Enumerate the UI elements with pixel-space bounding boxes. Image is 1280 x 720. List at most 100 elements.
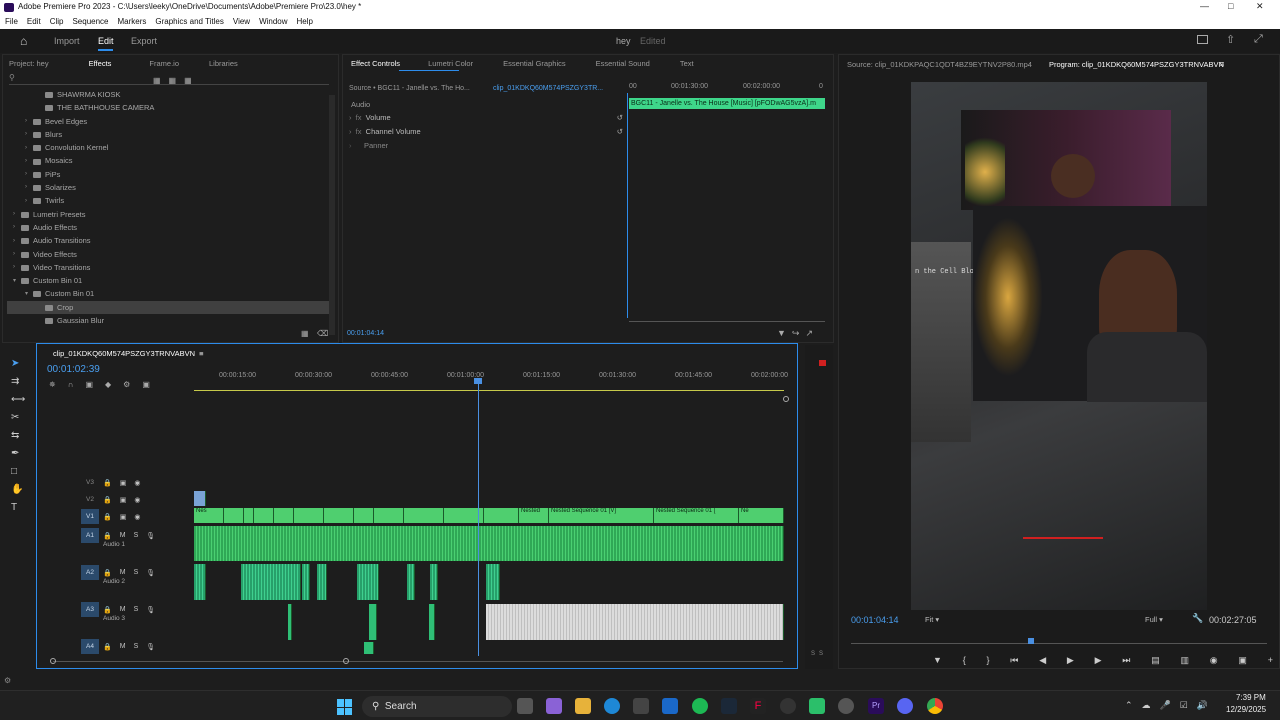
share-icon[interactable]: ⇧ — [1226, 33, 1235, 46]
v1-clip[interactable] — [484, 508, 519, 523]
tab-lumetri-color[interactable]: Lumetri Color — [428, 59, 473, 68]
v1-clip[interactable] — [354, 508, 374, 523]
reset-icon[interactable]: ↺ — [617, 113, 623, 122]
effect-volume[interactable]: › fx Volume ↺ — [349, 113, 623, 127]
play-icon[interactable]: ▶ — [1067, 655, 1074, 666]
a2-clip[interactable] — [407, 564, 415, 600]
expand-arrow-icon[interactable]: › — [25, 142, 33, 155]
effects-tree-item[interactable]: › PiPs — [7, 168, 329, 181]
tab-essential-sound[interactable]: Essential Sound — [596, 59, 650, 68]
v1-clip[interactable] — [244, 508, 254, 523]
store-icon[interactable] — [633, 698, 649, 714]
steam-icon[interactable] — [721, 698, 737, 714]
rectangle-icon[interactable]: □ — [11, 463, 25, 481]
maximize-icon[interactable]: □ — [1228, 1, 1233, 11]
fullscreen-icon[interactable]: ⤢ — [1254, 33, 1263, 46]
zoom-handle-right[interactable] — [343, 658, 349, 664]
ec-playhead[interactable] — [627, 93, 628, 318]
sync-icon[interactable]: ▣ — [120, 479, 127, 487]
effects-tree-item[interactable]: ▾ Custom Bin 01 — [7, 274, 329, 287]
a4-clip[interactable] — [364, 642, 374, 654]
overwrite-icon[interactable]: ▥ — [1180, 655, 1189, 666]
effects-tree-item[interactable]: › Audio Transitions — [7, 234, 329, 247]
v1-clip[interactable]: Nested Sequence 01 [V] — [549, 508, 654, 523]
windows-start-icon[interactable] — [337, 699, 353, 715]
a3-clip-white[interactable] — [486, 604, 784, 640]
ec-zoom-bar[interactable] — [629, 321, 825, 322]
expand-arrow-icon[interactable]: ▾ — [13, 275, 21, 288]
expand-arrow-icon[interactable]: › — [25, 115, 33, 128]
v1-clip[interactable] — [324, 508, 354, 523]
v1-clip[interactable]: Nested Sequence 01 [ — [654, 508, 739, 523]
a3-clip[interactable] — [369, 604, 377, 640]
export-frame-icon[interactable]: ◉ — [1210, 655, 1218, 666]
slip-icon[interactable]: ⇆ — [11, 427, 25, 445]
panel-menu-icon[interactable]: ≡ — [1219, 59, 1224, 69]
resolution-dropdown[interactable]: Full ▾ — [1145, 615, 1163, 624]
tab-essential-graphics[interactable]: Essential Graphics — [503, 59, 566, 68]
effects-scrollbar[interactable] — [329, 95, 335, 335]
expand-arrow-icon[interactable]: › — [13, 221, 21, 234]
a2-clip[interactable] — [486, 564, 500, 600]
tab-text[interactable]: Text — [680, 59, 694, 68]
new-bin-icon[interactable]: ▦ — [301, 329, 309, 338]
selection-tool-icon[interactable]: ➤ — [11, 355, 25, 373]
effects-tree-item[interactable]: THE BATHHOUSE CAMERA — [7, 101, 329, 114]
v1-clip[interactable] — [294, 508, 324, 523]
clip-label[interactable]: clip_01KDKQ60M574PSZGY3TR... — [493, 85, 603, 92]
solo-icon[interactable]: S — [134, 532, 139, 539]
effects-tree-item[interactable]: › Video Effects — [7, 248, 329, 261]
menu-file[interactable]: File — [5, 17, 18, 26]
zoom-handle-left[interactable] — [50, 658, 56, 664]
sync-icon[interactable]: ▣ — [120, 513, 127, 521]
mark-in-icon[interactable]: { — [963, 655, 966, 666]
minimize-icon[interactable]: — — [1200, 1, 1209, 11]
marker-icon[interactable]: ▼ — [933, 655, 942, 666]
expand-arrow-icon[interactable]: › — [25, 168, 33, 181]
timeline-ruler[interactable]: 00:00:15:00 00:00:30:00 00:00:45:00 00:01:0… — [194, 372, 788, 384]
expand-arrow-icon[interactable]: › — [25, 128, 33, 141]
fit-dropdown[interactable]: Fit ▾ — [925, 615, 939, 624]
mute-icon[interactable]: M — [120, 532, 126, 539]
track-target-box[interactable]: A2 — [81, 565, 99, 580]
menu-window[interactable]: Window — [259, 17, 287, 26]
ec-clip-bar[interactable]: BGC11 - Janelle vs. The House [Music] [p… — [629, 98, 825, 109]
workspace-export[interactable]: Export — [131, 36, 157, 46]
lock-icon[interactable]: 🔒 — [103, 513, 112, 521]
menu-markers[interactable]: Markers — [118, 17, 147, 26]
effect-panner[interactable]: › Panner — [349, 141, 623, 155]
pen-icon[interactable]: ✒ — [11, 445, 25, 463]
tab-effects[interactable]: Effects — [89, 59, 112, 68]
type-icon[interactable]: T — [11, 499, 25, 517]
v1-clip[interactable]: Nes — [194, 508, 224, 523]
ec-timecode[interactable]: 00:01:04:14 — [347, 330, 384, 337]
expand-arrow-icon[interactable]: › — [25, 195, 33, 208]
source-label[interactable]: Source • BGC11 - Janelle vs. The Ho... — [349, 85, 470, 92]
mute-icon[interactable]: M — [120, 606, 126, 613]
sync-icon[interactable]: ▣ — [120, 496, 127, 504]
v1-clip[interactable] — [274, 508, 294, 523]
solo-icon[interactable]: S — [134, 569, 139, 576]
effects-tree-item[interactable]: › Lumetri Presets — [7, 208, 329, 221]
discord-icon[interactable] — [897, 698, 913, 714]
v1-clip[interactable] — [224, 508, 244, 523]
effects-tree-item[interactable]: › Audio Effects — [7, 221, 329, 234]
expand-arrow-icon[interactable]: › — [25, 181, 33, 194]
go-to-out-icon[interactable]: ⏭ — [1122, 655, 1130, 666]
sheets-icon[interactable] — [809, 698, 825, 714]
effect-channel-volume[interactable]: › fx Channel Volume ↺ — [349, 127, 623, 141]
fl-studio-icon[interactable]: F — [750, 698, 766, 714]
copilot-icon[interactable] — [546, 698, 562, 714]
solo-icon[interactable]: S — [134, 606, 139, 613]
playhead-handle[interactable] — [474, 378, 482, 384]
clock-time[interactable]: 7:39 PM — [1236, 693, 1266, 702]
track-target-box[interactable]: V1 — [81, 509, 99, 524]
insert-icon[interactable]: ▤ — [1151, 655, 1160, 666]
track-target-box[interactable]: A1 — [81, 528, 99, 543]
effects-tree-item[interactable]: › Blurs — [7, 128, 329, 141]
a2-clip[interactable] — [302, 564, 310, 600]
meter-solo-right[interactable]: S — [819, 651, 827, 657]
step-back-icon[interactable]: ◀ — [1039, 655, 1046, 666]
mute-icon[interactable]: M — [120, 569, 126, 576]
menu-clip[interactable]: Clip — [50, 17, 64, 26]
